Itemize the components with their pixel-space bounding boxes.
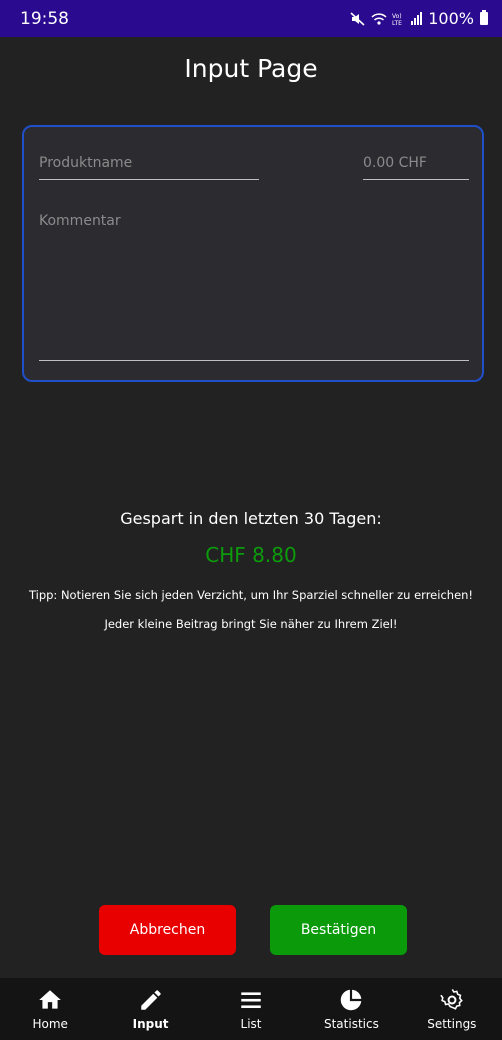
- pie-chart-icon: [341, 989, 362, 1011]
- price-placeholder: 0.00 CHF: [363, 155, 427, 171]
- product-name-field[interactable]: Produktname: [39, 155, 259, 180]
- volte-icon: Vo) LTE: [392, 13, 402, 26]
- list-icon: [241, 992, 261, 1009]
- nav-item-settings[interactable]: Settings: [402, 978, 502, 1040]
- nav-label-statistics: Statistics: [323, 1017, 379, 1031]
- svg-text:LTE: LTE: [392, 20, 402, 26]
- tip-line-1: Tipp: Notieren Sie sich jeden Verzicht, …: [28, 588, 474, 602]
- mute-icon: [350, 11, 365, 26]
- battery-icon: [480, 10, 488, 25]
- nav-label-list: List: [240, 1017, 262, 1031]
- nav-item-home[interactable]: Home: [0, 978, 100, 1040]
- status-icons: Vo) LTE 100%: [350, 9, 488, 28]
- battery-percent: 100%: [428, 9, 474, 28]
- nav-item-list[interactable]: List: [201, 978, 301, 1040]
- bottom-navigation: Home Input List Statistics Settings: [0, 978, 502, 1040]
- input-card: Produktname 0.00 CHF Kommentar: [22, 125, 484, 382]
- saved-value: CHF 8.80: [205, 543, 297, 567]
- status-time: 19:58: [20, 8, 69, 29]
- product-name-placeholder: Produktname: [39, 155, 133, 171]
- nav-label-settings: Settings: [427, 1017, 477, 1031]
- nav-item-statistics[interactable]: Statistics: [301, 978, 401, 1040]
- tip-line-2: Jeder kleine Beitrag bringt Sie näher zu…: [104, 617, 398, 631]
- price-field[interactable]: 0.00 CHF: [363, 155, 469, 180]
- wifi-icon: [371, 12, 387, 25]
- comment-field[interactable]: Kommentar: [39, 213, 469, 361]
- gear-icon: [440, 989, 463, 1010]
- comment-placeholder: Kommentar: [39, 213, 121, 229]
- nav-item-input[interactable]: Input: [100, 978, 200, 1040]
- nav-label-input: Input: [132, 1017, 169, 1031]
- pencil-icon: [140, 990, 161, 1010]
- page-title: Input Page: [184, 54, 318, 83]
- nav-label-home: Home: [32, 1017, 68, 1031]
- signal-icon: [411, 12, 423, 25]
- confirm-button[interactable]: Bestätigen: [270, 905, 407, 955]
- home-icon: [39, 990, 62, 1009]
- cancel-button[interactable]: Abbrechen: [99, 905, 236, 955]
- saved-label: Gespart in den letzten 30 Tagen:: [120, 509, 382, 528]
- status-bar: 19:58 Vo) LTE 100%: [0, 0, 502, 37]
- svg-text:Vo): Vo): [392, 13, 402, 20]
